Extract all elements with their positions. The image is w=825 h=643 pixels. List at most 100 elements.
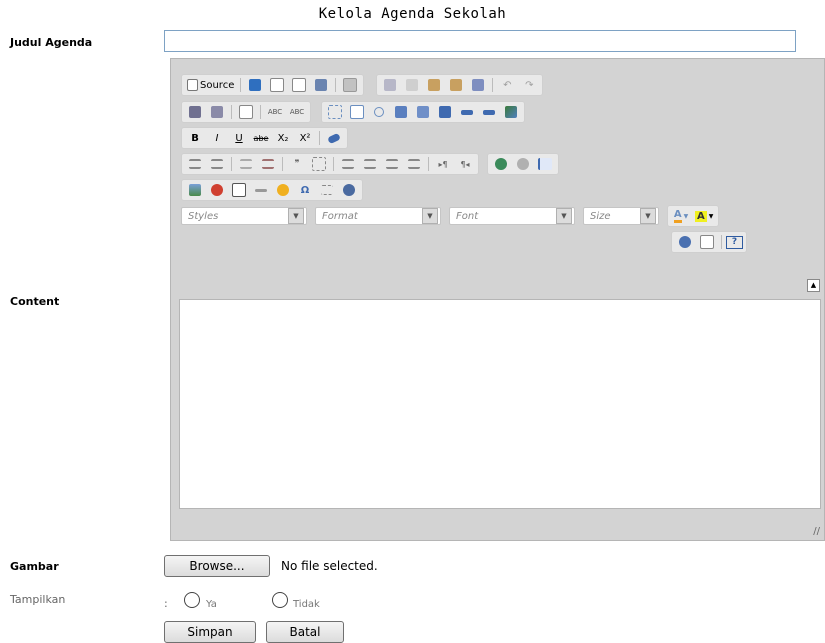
textarea-icon[interactable] — [413, 104, 433, 120]
unlink-icon[interactable] — [513, 156, 533, 172]
underline-button[interactable]: U — [229, 130, 249, 146]
styles-combo[interactable]: Styles ▼ — [181, 207, 307, 225]
size-combo[interactable]: Size ▼ — [583, 207, 659, 225]
cut-icon[interactable] — [380, 77, 400, 93]
new-page-icon[interactable] — [267, 77, 287, 93]
align-left-icon[interactable] — [338, 156, 358, 172]
radio-tidak-label: Tidak — [293, 599, 320, 610]
file-status: No file selected. — [281, 559, 378, 573]
ltr-icon[interactable]: ▸¶ — [433, 156, 453, 172]
numbered-list-icon[interactable] — [185, 156, 205, 172]
bold-button[interactable]: B — [185, 130, 205, 146]
form-group — [321, 101, 525, 123]
toolbar-row-3: B I U abe X₂ X² — [181, 127, 348, 149]
indent-icon[interactable] — [258, 156, 278, 172]
chevron-down-icon: ▼ — [422, 208, 438, 224]
link-icon[interactable] — [491, 156, 511, 172]
paste-word-icon[interactable] — [468, 77, 488, 93]
button-field-icon[interactable] — [457, 104, 477, 120]
rtl-icon[interactable]: ¶◂ — [455, 156, 475, 172]
form-icon[interactable] — [325, 104, 345, 120]
paragraph-group: ❞ ▸¶ ¶◂ — [181, 153, 479, 175]
table-icon[interactable] — [229, 182, 249, 198]
toolbar-row-7: ? — [671, 231, 747, 253]
source-button[interactable]: Source — [185, 77, 236, 93]
image-icon[interactable] — [185, 182, 205, 198]
iframe-icon[interactable] — [339, 182, 359, 198]
font-combo-label: Font — [456, 210, 479, 222]
page-break-icon[interactable] — [317, 182, 337, 198]
horizontal-rule-icon[interactable] — [251, 182, 271, 198]
align-right-icon[interactable] — [382, 156, 402, 172]
toolbar-row-2: ABC ABC — [181, 101, 525, 123]
collapse-toolbar-button[interactable]: ▲ — [807, 279, 820, 292]
radio-ya-label: Ya — [206, 599, 217, 610]
image-button-icon[interactable] — [479, 104, 499, 120]
find-icon[interactable] — [185, 104, 205, 120]
simpan-button[interactable]: Simpan — [164, 621, 256, 643]
spellcheck-as-you-type-icon[interactable]: ABC — [287, 104, 307, 120]
redo-icon[interactable]: ↷ — [519, 77, 539, 93]
gambar-label: Gambar — [10, 560, 59, 573]
templates-icon[interactable] — [340, 77, 360, 93]
replace-icon[interactable] — [207, 104, 227, 120]
toolbar-row-5: Ω — [181, 179, 363, 201]
radio-tidak[interactable] — [272, 592, 288, 608]
font-combo[interactable]: Font ▼ — [449, 207, 575, 225]
special-char-icon[interactable]: Ω — [295, 182, 315, 198]
about-icon[interactable]: ? — [726, 235, 743, 249]
judul-agenda-input[interactable] — [164, 30, 796, 52]
remove-format-icon[interactable] — [324, 130, 344, 146]
align-center-icon[interactable] — [360, 156, 380, 172]
textfield-icon[interactable] — [391, 104, 411, 120]
hidden-field-icon[interactable] — [501, 104, 521, 120]
justify-icon[interactable] — [404, 156, 424, 172]
outdent-icon[interactable] — [236, 156, 256, 172]
judul-agenda-label: Judul Agenda — [10, 36, 93, 49]
superscript-button[interactable]: X² — [295, 130, 315, 146]
batal-button[interactable]: Batal — [266, 621, 344, 643]
browse-button[interactable]: Browse... — [164, 555, 270, 577]
show-blocks-icon[interactable] — [697, 234, 717, 250]
editor-content-area[interactable] — [179, 299, 821, 509]
chevron-down-icon: ▼ — [556, 208, 572, 224]
content-label: Content — [10, 295, 60, 308]
strike-button[interactable]: abe — [251, 130, 271, 146]
find-group: ABC ABC — [181, 101, 311, 123]
radio-ya[interactable] — [184, 592, 200, 608]
anchor-flag-icon[interactable] — [535, 156, 555, 172]
maximize-icon[interactable] — [675, 234, 695, 250]
save-icon[interactable] — [245, 77, 265, 93]
source-icon — [187, 79, 198, 91]
format-combo[interactable]: Format ▼ — [315, 207, 441, 225]
select-all-icon[interactable] — [236, 104, 256, 120]
bulleted-list-icon[interactable] — [207, 156, 227, 172]
print-icon[interactable] — [311, 77, 331, 93]
text-color-button[interactable]: A ▼ — [671, 208, 691, 224]
colors-group: A ▼ A ▼ — [667, 205, 720, 227]
preview-icon[interactable] — [289, 77, 309, 93]
chevron-down-icon: ▼ — [640, 208, 656, 224]
blockquote-icon[interactable]: ❞ — [287, 156, 307, 172]
basicstyles-group: B I U abe X₂ X² — [181, 127, 348, 149]
chevron-down-icon: ▼ — [288, 208, 304, 224]
bg-color-button[interactable]: A ▼ — [693, 208, 715, 224]
radio-icon[interactable] — [369, 104, 389, 120]
div-container-icon[interactable] — [309, 156, 329, 172]
flash-icon[interactable] — [207, 182, 227, 198]
copy-icon[interactable] — [402, 77, 422, 93]
undo-icon[interactable]: ↶ — [497, 77, 517, 93]
insert-group: Ω — [181, 179, 363, 201]
tools-group: ? — [671, 231, 747, 253]
smiley-icon[interactable] — [273, 182, 293, 198]
checkbox-icon[interactable] — [347, 104, 367, 120]
bg-color-icon: A — [695, 210, 707, 222]
subscript-button[interactable]: X₂ — [273, 130, 293, 146]
resize-handle-icon[interactable]: // — [813, 526, 820, 537]
spellcheck-icon[interactable]: ABC — [265, 104, 285, 120]
paste-text-icon[interactable] — [446, 77, 466, 93]
styles-combo-label: Styles — [188, 210, 219, 222]
italic-button[interactable]: I — [207, 130, 227, 146]
select-field-icon[interactable] — [435, 104, 455, 120]
paste-icon[interactable] — [424, 77, 444, 93]
